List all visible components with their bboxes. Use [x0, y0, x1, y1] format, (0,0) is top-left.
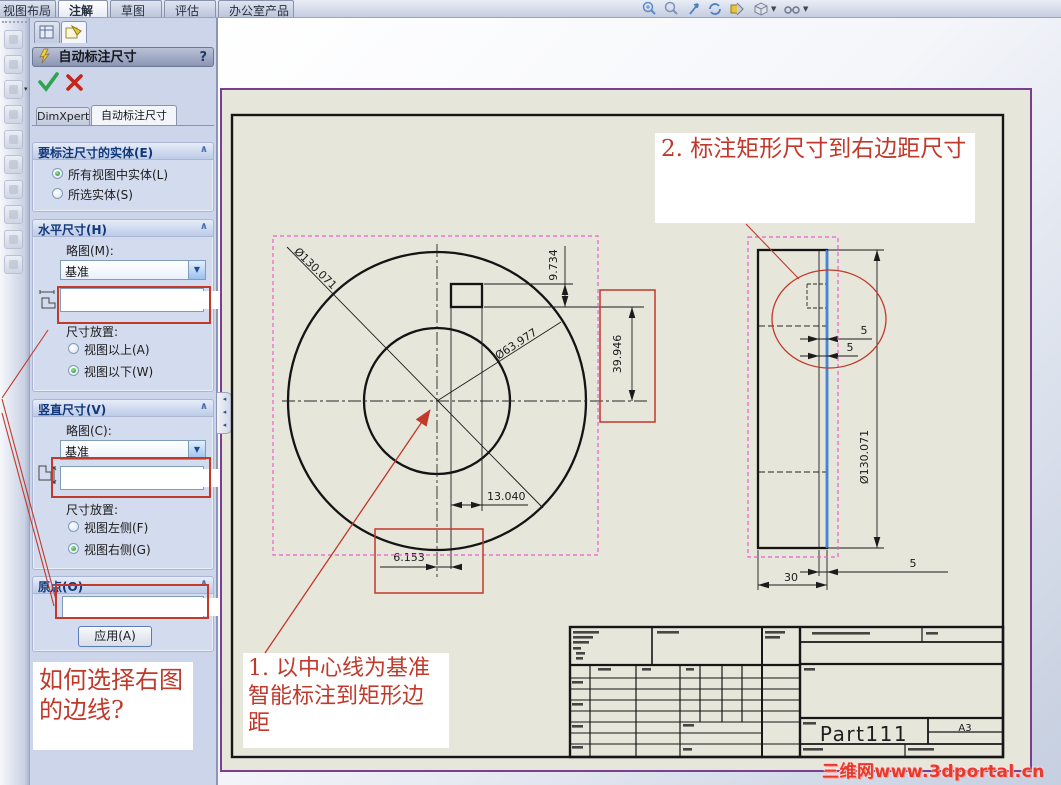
tab-office-products[interactable]: 办公室产品 [218, 0, 294, 18]
scheme-label-h: 略图(M): [66, 244, 114, 258]
radio-below-view[interactable] [68, 365, 79, 376]
tab-autodimension[interactable]: 自动标注尺寸 [91, 105, 177, 126]
entities-group-header[interactable]: 要标注尺寸的实体(E) ∧ [33, 143, 213, 160]
tab-view-layout[interactable]: 视图布局 [0, 0, 56, 18]
toolbar-icon-7[interactable] [4, 180, 23, 199]
view-orientation-dropdown-icon[interactable]: ▼ [771, 5, 776, 13]
note-2: 2. 标注矩形尺寸到右边距尺寸 [655, 133, 975, 223]
toolbar-drag-handle[interactable] [2, 21, 27, 23]
toolbar-icon-9[interactable] [4, 230, 23, 249]
tab-divider [32, 125, 214, 126]
radio-selected-entities[interactable] [52, 188, 63, 199]
radio-selected-entities-label: 所选实体(S) [68, 188, 133, 202]
vertical-dims-header[interactable]: 竖直尺寸(V) ∧ [33, 400, 213, 417]
radio-right-of-view[interactable] [68, 543, 79, 554]
help-icon[interactable]: ? [199, 48, 207, 67]
rotate-view-icon[interactable] [707, 1, 725, 17]
toolbar-flyout-arrow-icon[interactable]: ▾ [24, 85, 28, 93]
note-question: 如何选择右图的边线? [33, 662, 193, 750]
collapse-icon[interactable]: ∧ [200, 221, 208, 232]
scheme-label-v: 略图(C): [66, 424, 112, 438]
command-manager-tabbar: 视图布局 注解 草图 评估 办公室产品 ▼ ▼ [0, 0, 1061, 18]
annotation-highlight-vertical-input [51, 457, 211, 498]
propertymanager-tab[interactable] [34, 21, 60, 43]
tab-dimxpert[interactable]: DimXpert [36, 107, 90, 126]
toolbar-icon-3[interactable] [4, 80, 23, 99]
placement-label-v: 尺寸放置: [66, 503, 119, 517]
view-orientation-icon[interactable] [753, 1, 771, 17]
note-1: 1. 以中心线为基准智能标注到矩形边距 [243, 653, 449, 748]
horizontal-dims-header[interactable]: 水平尺寸(H) ∧ [33, 220, 213, 237]
collapse-icon[interactable]: ∧ [200, 401, 208, 412]
radio-all-views[interactable] [52, 168, 63, 179]
cancel-button[interactable] [64, 70, 86, 98]
scheme-dropdown-h[interactable]: 基准 ▼ [60, 260, 206, 280]
toolbar-icon-1[interactable] [4, 30, 23, 49]
panel-collapse-handle[interactable]: ◂ ◂ ◂ [217, 392, 233, 434]
pan-icon[interactable] [687, 1, 705, 17]
zoom-in-icon[interactable] [641, 1, 659, 17]
toolbar-icon-5[interactable] [4, 130, 23, 149]
toolbar-icon-4[interactable] [4, 105, 23, 124]
apply-button[interactable]: 应用(A) [78, 626, 152, 647]
radio-right-of-view-label: 视图右侧(G) [84, 543, 151, 557]
toolbar-icon-2[interactable] [4, 55, 23, 74]
radio-left-of-view[interactable] [68, 521, 79, 532]
chevron-down-icon[interactable]: ▼ [188, 261, 205, 279]
watermark: 三维网www.3dportal.cn [822, 762, 1045, 782]
toolbar-icon-6[interactable] [4, 155, 23, 174]
collapse-icon[interactable]: ∧ [200, 144, 208, 155]
radio-all-views-label: 所有视图中实体(L) [68, 168, 169, 182]
ok-button[interactable] [36, 70, 60, 98]
display-style-dropdown-icon[interactable]: ▼ [803, 5, 808, 13]
annotation-highlight-horizontal-input [57, 286, 211, 324]
radio-above-view-label: 视图以上(A) [84, 343, 150, 357]
tab-sketch[interactable]: 草图 [110, 0, 162, 18]
radio-above-view[interactable] [68, 343, 79, 354]
radio-left-of-view-label: 视图左侧(F) [84, 521, 149, 535]
toolbar-icon-8[interactable] [4, 205, 23, 224]
tab-evaluate[interactable]: 评估 [164, 0, 216, 18]
zoom-area-icon[interactable] [663, 1, 681, 17]
toolbar-icon-10[interactable] [4, 255, 23, 274]
left-toolbar [0, 18, 30, 785]
placement-label-h: 尺寸放置: [66, 325, 119, 339]
eyeglasses-icon[interactable] [783, 1, 801, 17]
section-view-icon[interactable] [729, 1, 747, 17]
radio-below-view-label: 视图以下(W) [84, 365, 154, 379]
solidworks-window: 视图布局 注解 草图 评估 办公室产品 ▼ ▼ ▾ 自动标注尺寸 ? DimXp… [0, 0, 1061, 785]
horizontal-dim-icon [37, 286, 59, 316]
autodimension-icon [39, 48, 51, 64]
property-manager-header: 自动标注尺寸 ? [32, 47, 214, 67]
tab-annotation[interactable]: 注解 [58, 0, 108, 18]
custom-properties-tab[interactable] [61, 21, 87, 43]
annotation-highlight-origin-input [55, 584, 209, 619]
